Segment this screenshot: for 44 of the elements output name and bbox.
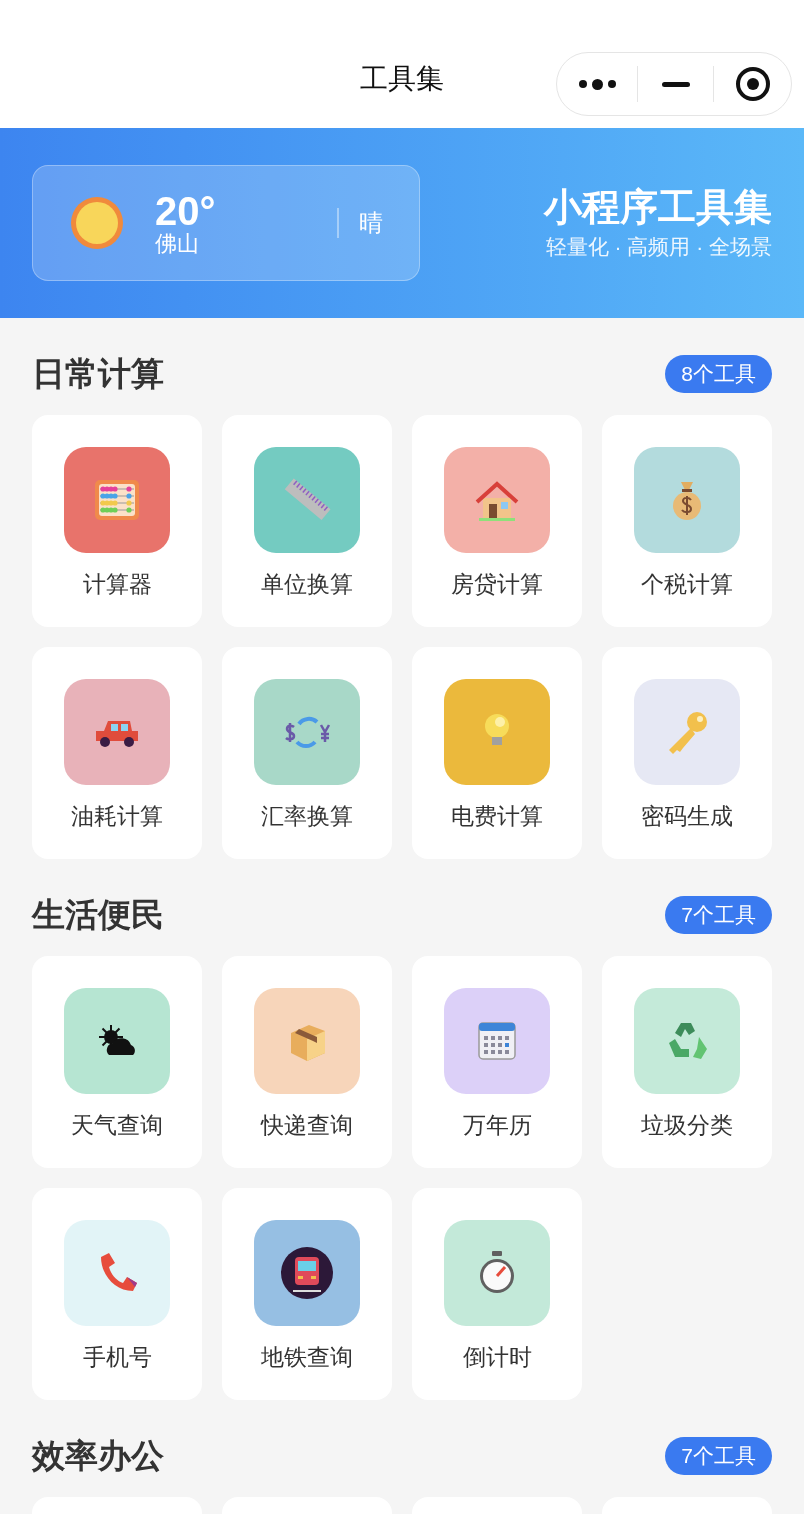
tool-label: 个税计算 [641,570,733,599]
tool-card[interactable]: 万年历 [412,956,582,1168]
tool-card[interactable]: 快递查询 [222,956,392,1168]
section-title: 生活便民 [32,895,164,936]
weather-condition: 晴 [359,208,383,238]
tool-card[interactable]: 汇率换算 [222,647,392,859]
tool-label: 单位换算 [261,570,353,599]
tool-card[interactable]: 倒计时 [412,1188,582,1400]
section-title: 日常计算 [32,354,164,395]
tool-label: 电费计算 [451,802,543,831]
tool-label: 油耗计算 [71,802,163,831]
tool-label: 手机号 [82,1343,152,1372]
tool-card[interactable]: 天气查询 [32,956,202,1168]
tool-count-badge: 7个工具 [665,1437,772,1475]
tool-count-badge: 7个工具 [665,896,772,934]
tool-label: 地铁查询 [261,1343,353,1372]
tool-card[interactable]: 油耗计算 [32,647,202,859]
tool-label: 倒计时 [462,1343,532,1372]
tool-label: 房贷计算 [451,570,543,599]
banner-subtitle: 轻量化 · 高频用 · 全场景 [545,234,772,260]
tool-label: 垃圾分类 [641,1111,733,1140]
metro-train-icon [279,1245,335,1301]
tool-card[interactable]: 手机号 [32,1188,202,1400]
tool-card[interactable]: 计算器 [32,415,202,627]
tool-card[interactable]: 房贷计算 [412,415,582,627]
tool-label: 万年历 [462,1111,532,1140]
section-title: 效率办公 [32,1436,164,1477]
tool-card[interactable]: 个税计算 [602,415,772,627]
tool-label: 计算器 [82,570,152,599]
city-name: 佛山 [155,233,200,255]
tool-card[interactable]: 地铁查询 [222,1188,392,1400]
tool-label: 天气查询 [71,1111,163,1140]
tool-label: 汇率换算 [261,802,353,831]
tool-card[interactable]: 单位换算 [222,415,392,627]
tool-card[interactable]: 密码生成 [602,647,772,859]
banner-title: 小程序工具集 [544,184,772,230]
tool-label: 密码生成 [641,802,733,831]
page-title: 工具集 [360,62,444,96]
tool-count-badge: 8个工具 [665,355,772,393]
tool-card[interactable]: 垃圾分类 [602,956,772,1168]
tool-card[interactable]: 电费计算 [412,647,582,859]
temperature: 20° [155,191,216,231]
sun-icon [69,195,125,251]
tool-label: 快递查询 [261,1111,353,1140]
